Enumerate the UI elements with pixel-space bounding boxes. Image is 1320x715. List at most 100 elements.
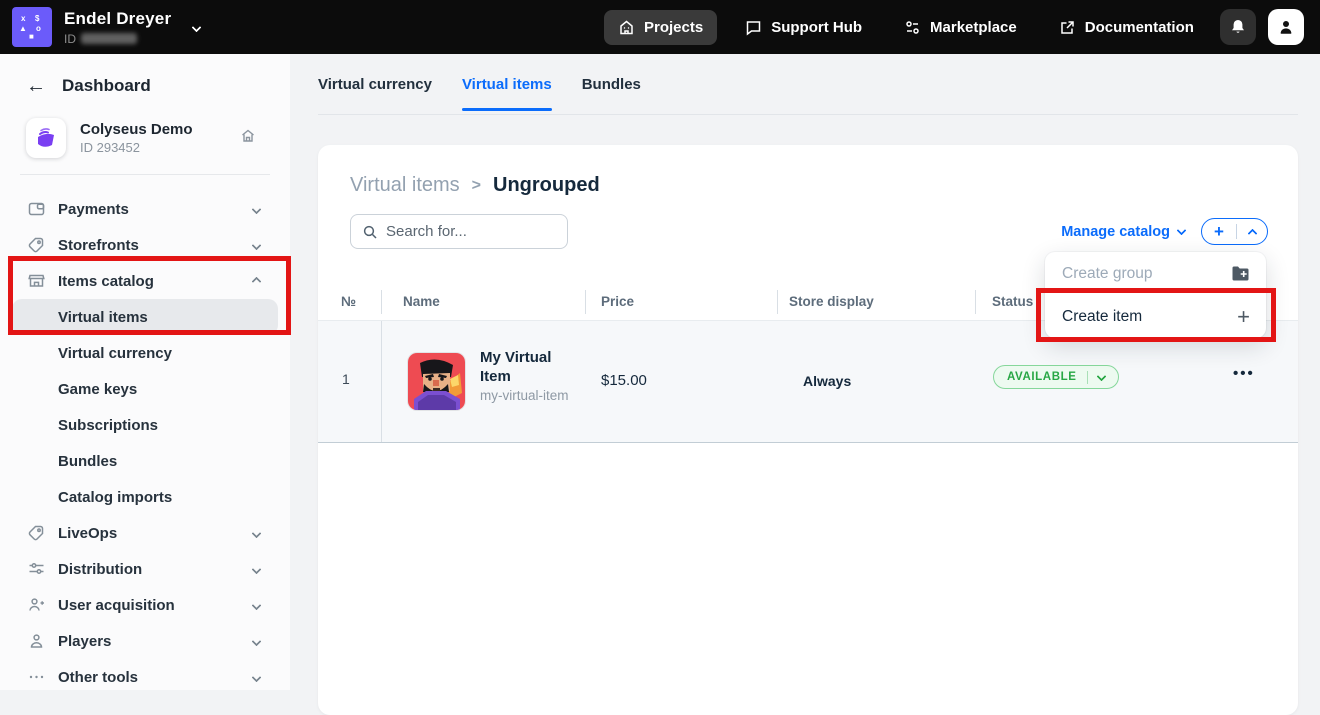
column-header-store-display: Store display bbox=[789, 294, 874, 309]
menu-item-label: Create item bbox=[1062, 308, 1142, 326]
tab-virtual-currency[interactable]: Virtual currency bbox=[318, 76, 432, 111]
account-id-redacted bbox=[81, 33, 137, 44]
chevron-down-icon bbox=[253, 596, 260, 614]
sidebar-item-label: Bundles bbox=[58, 453, 117, 470]
sidebar-item-storefronts[interactable]: Storefronts bbox=[0, 227, 290, 263]
column-divider bbox=[585, 290, 586, 314]
project-card[interactable]: Colyseus Demo ID 293452 bbox=[26, 118, 290, 158]
breadcrumb-parent[interactable]: Virtual items bbox=[350, 174, 460, 197]
account-switcher[interactable]: x$ ▲o ■ Endel Dreyer ID bbox=[12, 7, 200, 47]
project-name: Colyseus Demo bbox=[80, 121, 193, 138]
chevron-down-icon bbox=[253, 236, 260, 254]
sidebar-item-liveops[interactable]: LiveOps bbox=[0, 515, 290, 551]
add-split-button: + bbox=[1201, 218, 1268, 245]
nav-projects[interactable]: Projects bbox=[604, 10, 717, 45]
row-actions-button[interactable]: ••• bbox=[1233, 365, 1255, 382]
column-divider bbox=[777, 290, 778, 314]
tabs-divider bbox=[318, 114, 1298, 115]
plus-icon: + bbox=[1237, 306, 1250, 328]
column-divider bbox=[975, 290, 976, 314]
sidebar-item-virtual-items[interactable]: Virtual items bbox=[12, 299, 278, 335]
chevron-down-icon bbox=[1088, 375, 1118, 380]
nav-label: Documentation bbox=[1085, 19, 1194, 36]
folder-plus-icon bbox=[1231, 265, 1250, 282]
menu-item-create-item[interactable]: Create item + bbox=[1045, 295, 1266, 338]
add-button[interactable]: + bbox=[1202, 220, 1236, 244]
notifications-button[interactable] bbox=[1220, 9, 1256, 45]
sidebar-item-distribution[interactable]: Distribution bbox=[0, 551, 290, 587]
chevron-down-icon bbox=[1177, 225, 1187, 235]
search-box bbox=[350, 214, 568, 249]
profile-button[interactable] bbox=[1268, 9, 1304, 45]
tab-bundles[interactable]: Bundles bbox=[582, 76, 641, 111]
xsolla-logo-icon: x$ ▲o ■ bbox=[12, 7, 52, 47]
nav-documentation[interactable]: Documentation bbox=[1045, 10, 1208, 45]
sidebar-item-virtual-currency[interactable]: Virtual currency bbox=[0, 335, 290, 371]
item-name: My Virtual Item bbox=[480, 349, 580, 387]
user-icon bbox=[27, 632, 46, 651]
back-to-dashboard[interactable]: ← Dashboard bbox=[0, 54, 290, 96]
sidebar-item-subscriptions[interactable]: Subscriptions bbox=[0, 407, 290, 443]
sidebar-item-payments[interactable]: Payments bbox=[0, 191, 290, 227]
projects-icon bbox=[618, 19, 635, 36]
user-plus-icon bbox=[27, 596, 46, 615]
account-id-label: ID bbox=[64, 32, 76, 46]
sidebar: ← Dashboard Colyseus Demo ID 293452 bbox=[0, 54, 290, 690]
search-input[interactable] bbox=[386, 223, 546, 240]
sidebar-item-label: Players bbox=[58, 633, 111, 650]
manage-catalog-label: Manage catalog bbox=[1061, 224, 1170, 240]
main-content: Virtual currency Virtual items Bundles V… bbox=[290, 54, 1320, 690]
nav-marketplace[interactable]: Marketplace bbox=[890, 10, 1031, 45]
tag-icon bbox=[27, 236, 46, 255]
item-price: $15.00 bbox=[601, 372, 647, 389]
home-icon[interactable] bbox=[240, 128, 256, 149]
breadcrumb-separator-icon: > bbox=[472, 177, 481, 195]
sidebar-menu: Payments Storefronts Items catalog bbox=[0, 191, 290, 695]
project-id: ID 293452 bbox=[80, 140, 193, 155]
support-hub-icon bbox=[745, 19, 762, 36]
sidebar-item-label: Storefronts bbox=[58, 237, 139, 254]
row-number: 1 bbox=[342, 371, 350, 387]
nav-support-hub[interactable]: Support Hub bbox=[731, 10, 876, 45]
sidebar-item-label: Payments bbox=[58, 201, 129, 218]
nav-label: Support Hub bbox=[771, 19, 862, 36]
tab-virtual-items[interactable]: Virtual items bbox=[462, 76, 552, 111]
item-image bbox=[408, 353, 465, 410]
back-label: Dashboard bbox=[62, 76, 151, 96]
chevron-down-icon bbox=[253, 668, 260, 686]
sliders-icon bbox=[27, 560, 46, 579]
top-bar: x$ ▲o ■ Endel Dreyer ID Projects Support… bbox=[0, 0, 1320, 54]
chevron-down-icon bbox=[253, 560, 260, 578]
nav-label: Projects bbox=[644, 19, 703, 36]
manage-catalog-button[interactable]: Manage catalog bbox=[1061, 224, 1185, 240]
documentation-icon bbox=[1059, 19, 1076, 36]
sidebar-item-players[interactable]: Players bbox=[0, 623, 290, 659]
sidebar-item-label: Catalog imports bbox=[58, 489, 172, 506]
chevron-up-icon bbox=[253, 272, 260, 290]
sidebar-item-label: Virtual items bbox=[58, 309, 148, 326]
back-arrow-icon: ← bbox=[26, 76, 46, 96]
wallet-icon bbox=[27, 200, 46, 219]
column-header-price: Price bbox=[601, 294, 634, 309]
sidebar-item-label: Subscriptions bbox=[58, 417, 158, 434]
chevron-down-icon bbox=[253, 632, 260, 650]
table-row[interactable]: 1 bbox=[318, 321, 1298, 443]
sidebar-item-user-acquisition[interactable]: User acquisition bbox=[0, 587, 290, 623]
sidebar-item-game-keys[interactable]: Game keys bbox=[0, 371, 290, 407]
menu-item-create-group[interactable]: Create group bbox=[1045, 252, 1266, 295]
user-icon bbox=[1277, 18, 1295, 36]
add-menu-toggle[interactable] bbox=[1237, 226, 1267, 237]
status-label: AVAILABLE bbox=[994, 371, 1087, 383]
nav-label: Marketplace bbox=[930, 19, 1017, 36]
sidebar-item-items-catalog[interactable]: Items catalog bbox=[0, 263, 290, 299]
bell-icon bbox=[1229, 18, 1247, 36]
search-icon bbox=[362, 224, 378, 240]
column-header-name: Name bbox=[403, 294, 440, 309]
colyseus-logo-icon bbox=[26, 118, 66, 158]
sidebar-item-catalog-imports[interactable]: Catalog imports bbox=[0, 479, 290, 515]
sidebar-item-bundles[interactable]: Bundles bbox=[0, 443, 290, 479]
chevron-down-icon bbox=[253, 200, 260, 218]
virtual-items-card: Virtual items > Ungrouped Manage catalog… bbox=[318, 145, 1298, 715]
chevron-down-icon[interactable] bbox=[193, 18, 200, 36]
status-badge[interactable]: AVAILABLE bbox=[993, 365, 1119, 389]
